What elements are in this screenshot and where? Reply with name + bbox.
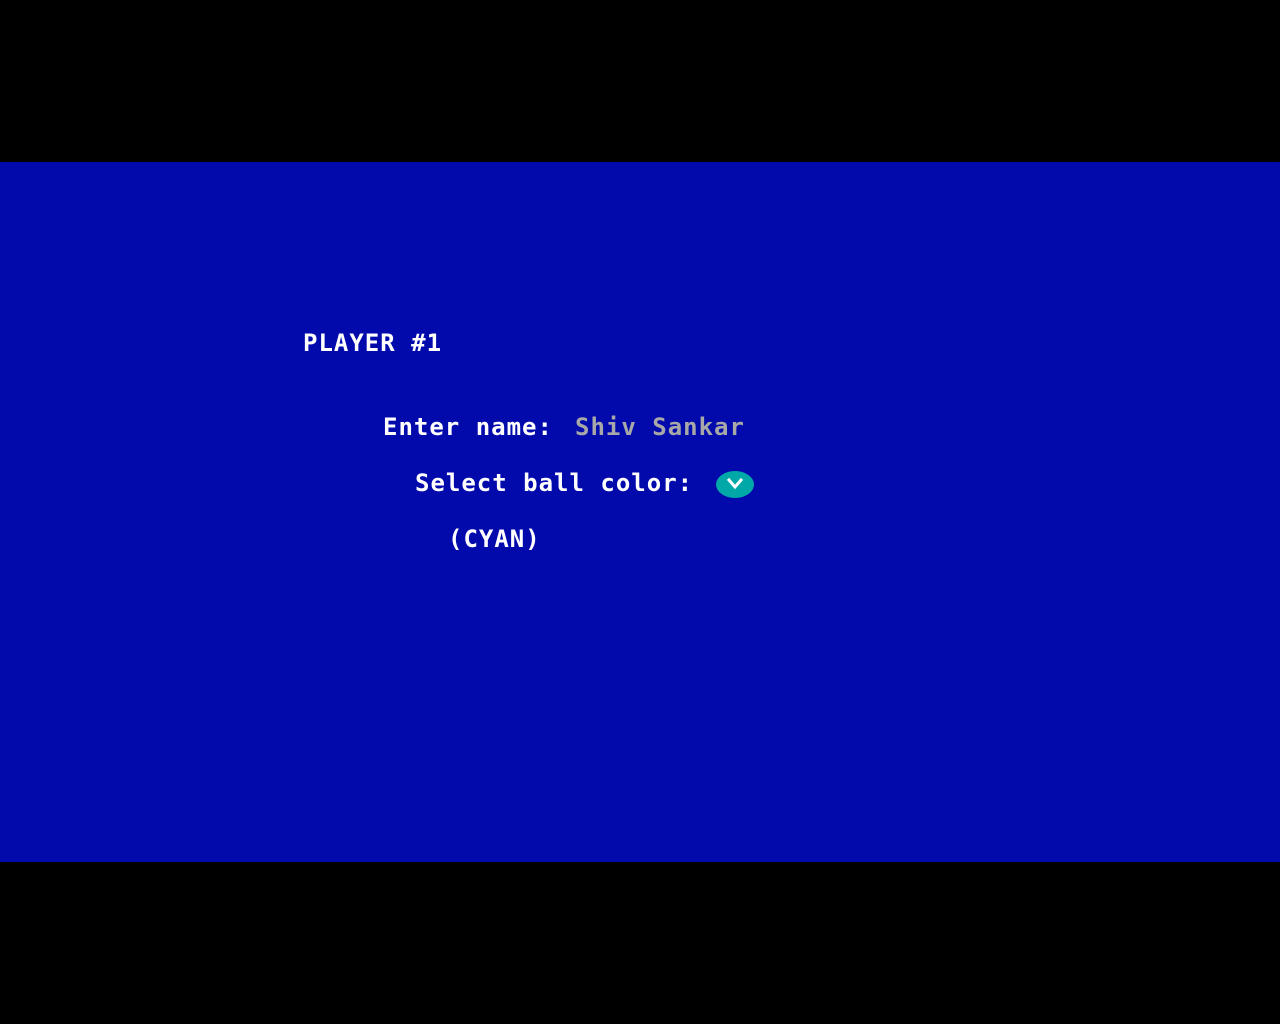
name-label: Enter name:	[383, 413, 553, 441]
ball-color-selector[interactable]	[716, 471, 754, 498]
game-screen: PLAYER #1 Enter name: Shiv Sankar Select…	[0, 0, 1280, 1024]
setup-panel: PLAYER #1 Enter name: Shiv Sankar Select…	[0, 162, 1280, 862]
player-title: PLAYER #1	[303, 329, 443, 357]
chevron-down-icon	[727, 477, 743, 490]
ball-color-name: (CYAN)	[448, 525, 541, 553]
name-input[interactable]: Shiv Sankar	[575, 412, 745, 442]
ball-color-label: Select ball color:	[415, 469, 694, 497]
